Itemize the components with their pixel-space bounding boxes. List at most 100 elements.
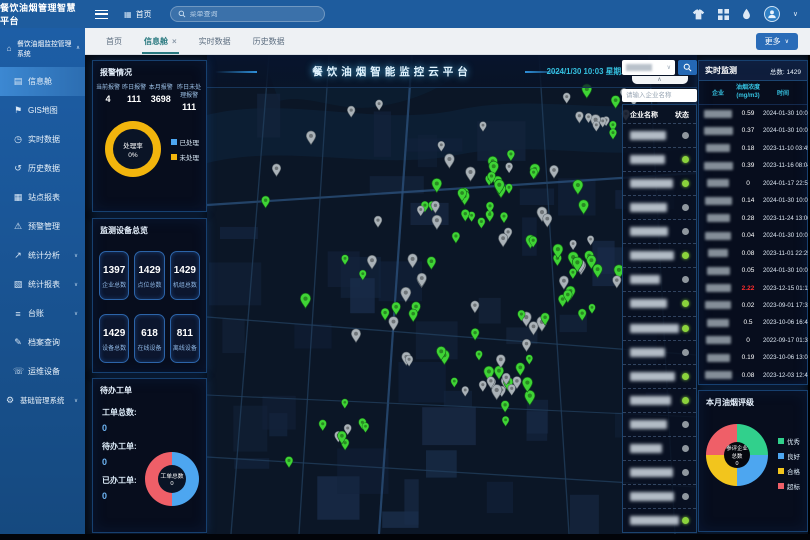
tab-首页[interactable]: 首页 xyxy=(95,28,133,54)
sidebar-item-site-report[interactable]: ▦站点报表 xyxy=(0,183,85,212)
realtime-row[interactable]: 0.142024-01-30 10:03:00 xyxy=(699,192,807,209)
chevron-down-icon[interactable]: ∨ xyxy=(793,10,798,18)
map-pin[interactable] xyxy=(479,381,486,392)
enterprise-row[interactable] xyxy=(623,195,696,219)
sidebar-item-gis-map[interactable]: ⚑GIS地图 xyxy=(0,96,85,125)
map-pin[interactable] xyxy=(392,302,401,315)
sidebar-item-base-system[interactable]: ⚙基础管理系统∨ xyxy=(0,386,85,415)
map-pin[interactable] xyxy=(478,218,485,229)
tab-实时数据[interactable]: 实时数据 xyxy=(188,28,242,54)
close-tab-icon[interactable]: × xyxy=(172,37,177,46)
map-pin[interactable] xyxy=(351,329,360,343)
sidebar-item-stat-analysis[interactable]: ↗统计分析∨ xyxy=(0,241,85,270)
map-pin[interactable] xyxy=(381,308,389,320)
collapse-handle[interactable]: ∧ xyxy=(632,76,688,84)
map-pin[interactable] xyxy=(543,214,552,227)
sidebar-item-realtime-data[interactable]: ◷实时数据 xyxy=(0,125,85,154)
enterprise-row[interactable] xyxy=(623,219,696,243)
map-pin[interactable] xyxy=(563,93,570,104)
map-pin[interactable] xyxy=(409,309,418,322)
realtime-row[interactable]: 0.392023-11-16 08:04:00 xyxy=(699,157,807,174)
map-pin[interactable] xyxy=(508,384,516,395)
map-pin[interactable] xyxy=(375,100,382,111)
map-pin[interactable] xyxy=(526,355,533,365)
sidebar-item-archive-query[interactable]: ✎档案查询 xyxy=(0,328,85,357)
map-pin[interactable] xyxy=(461,209,469,221)
map-pin[interactable] xyxy=(530,168,538,179)
sidebar-item-alert-manage[interactable]: ⚠预警管理 xyxy=(0,212,85,241)
map-pin[interactable] xyxy=(501,401,509,413)
enterprise-row[interactable] xyxy=(623,243,696,267)
tab-信息舱[interactable]: 信息舱× xyxy=(133,28,188,54)
map-pin[interactable] xyxy=(466,167,476,181)
realtime-row[interactable]: 02024-01-17 22:53:00 xyxy=(699,175,807,192)
map-pin[interactable] xyxy=(522,377,532,392)
realtime-row[interactable]: 0.372024-01-30 10:03:00 xyxy=(699,122,807,139)
sidebar-item-ops-device[interactable]: ☏运维设备 xyxy=(0,357,85,386)
realtime-row[interactable]: 0.082023-11-01 22:25:00 xyxy=(699,244,807,261)
map-pin[interactable] xyxy=(613,276,621,288)
sidebar-item-history-data[interactable]: ↺历史数据 xyxy=(0,154,85,183)
map-pin[interactable] xyxy=(432,215,442,229)
map-pin[interactable] xyxy=(285,456,293,467)
realtime-row[interactable]: 0.052024-01-30 10:03:00 xyxy=(699,262,807,279)
map-pin[interactable] xyxy=(451,378,458,388)
layout-apps-icon[interactable] xyxy=(718,9,729,20)
realtime-row[interactable]: 0.022023-09-01 17:39:00 xyxy=(699,297,807,314)
enterprise-row[interactable] xyxy=(623,388,696,412)
map-pin[interactable] xyxy=(550,165,559,178)
map-pin[interactable] xyxy=(476,350,483,360)
realtime-row[interactable]: 0.042024-01-30 10:03:00 xyxy=(699,227,807,244)
map-pin[interactable] xyxy=(516,363,525,376)
enterprise-row[interactable] xyxy=(623,123,696,147)
realtime-row[interactable]: 0.182023-11-10 03:45:00 xyxy=(699,140,807,157)
sidebar-system-header[interactable]: ⌂ 餐饮油烟监控管理系统 ∧ xyxy=(0,28,85,67)
enterprise-row[interactable] xyxy=(623,147,696,171)
menu-search-input[interactable] xyxy=(190,11,317,18)
map-pin[interactable] xyxy=(444,154,454,168)
enterprise-search-button[interactable] xyxy=(678,60,697,75)
realtime-row[interactable]: 0.52023-10-06 16:44:00 xyxy=(699,314,807,331)
realtime-row[interactable]: 0.082023-12-03 12:47:00 xyxy=(699,367,807,384)
map-pin[interactable] xyxy=(427,257,436,270)
enterprise-row[interactable] xyxy=(623,316,696,340)
enterprise-row[interactable] xyxy=(623,508,696,532)
user-avatar[interactable] xyxy=(764,6,780,22)
sidebar-item-info-cabin[interactable]: ▤信息舱 xyxy=(0,67,85,96)
topbar-home-item[interactable]: ▦ 首页 xyxy=(124,9,152,20)
realtime-row[interactable]: 0.192023-10-06 13:04:00 xyxy=(699,349,807,366)
enterprise-row[interactable] xyxy=(623,267,696,291)
map-pin[interactable] xyxy=(506,163,513,173)
map-pin[interactable] xyxy=(569,268,576,278)
realtime-row[interactable]: 2.222023-12-15 01:11:00 xyxy=(699,279,807,296)
map-pin[interactable] xyxy=(570,240,577,250)
realtime-row[interactable]: 0.282023-11-24 13:00:00 xyxy=(699,210,807,227)
map-pin[interactable] xyxy=(499,233,508,246)
map-pin[interactable] xyxy=(362,423,369,433)
enterprise-row[interactable] xyxy=(623,291,696,315)
realtime-row[interactable]: 0.592024-01-30 10:03:00 xyxy=(699,105,807,122)
map-pin[interactable] xyxy=(506,184,513,194)
map-pin[interactable] xyxy=(341,399,348,409)
map-pin[interactable] xyxy=(272,164,281,176)
tab-历史数据[interactable]: 历史数据 xyxy=(242,28,296,54)
sidebar-item-stat-report[interactable]: ▧统计报表∨ xyxy=(0,270,85,299)
map-pin[interactable] xyxy=(300,293,310,308)
map-pin[interactable] xyxy=(452,232,460,243)
enterprise-row[interactable] xyxy=(623,171,696,195)
map-pin[interactable] xyxy=(522,339,530,351)
enterprise-type-select[interactable]: ∨ xyxy=(622,60,675,75)
map-pin[interactable] xyxy=(389,317,399,331)
enterprise-name-input[interactable] xyxy=(622,89,697,102)
enterprise-row[interactable] xyxy=(623,364,696,388)
realtime-row[interactable]: 02022-09-17 01:34:00 xyxy=(699,332,807,349)
menu-toggle-icon[interactable] xyxy=(95,10,108,19)
droplet-icon[interactable] xyxy=(742,8,751,20)
enterprise-row[interactable] xyxy=(623,460,696,484)
sidebar-item-ledger[interactable]: ≡台账∨ xyxy=(0,299,85,328)
enterprise-row[interactable] xyxy=(623,484,696,508)
enterprise-row[interactable] xyxy=(623,340,696,364)
map-pin[interactable] xyxy=(471,301,479,313)
enterprise-row[interactable] xyxy=(623,436,696,460)
more-button[interactable]: 更多 ∨ xyxy=(756,33,798,50)
